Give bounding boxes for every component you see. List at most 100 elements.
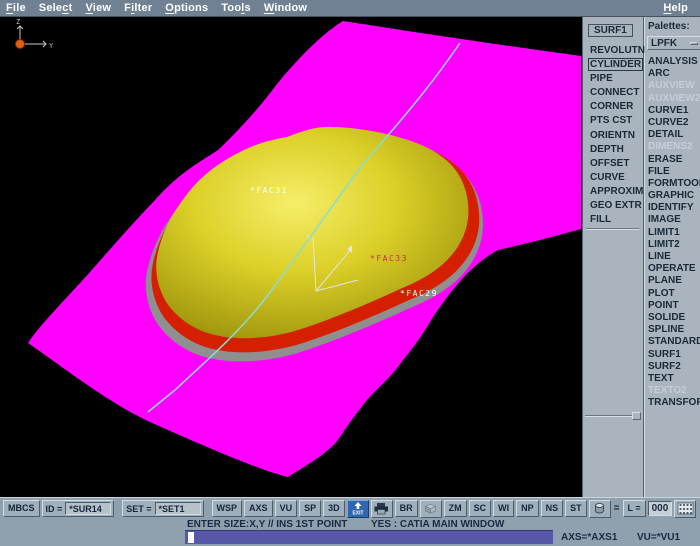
toolbar-button-mbcs[interactable]: MBCS xyxy=(3,500,40,517)
palette-item-solide[interactable]: SOLIDE xyxy=(645,312,700,324)
palette-item-curve1[interactable]: CURVE1 xyxy=(645,105,700,117)
field-value[interactable]: *SET1 xyxy=(155,502,201,515)
toolbar: MBCSID =*SUR14SET =*SET1WSPAXSVUSP3DEXIT… xyxy=(0,497,700,519)
palettes-dropdown[interactable]: LPFK xyxy=(647,36,700,50)
menu-filter[interactable]: Filter xyxy=(124,2,152,14)
origin-z-label: Z xyxy=(16,18,20,26)
text-cursor xyxy=(188,532,194,543)
toolbar-button-vu[interactable]: VU xyxy=(275,500,298,517)
palette-item-plane[interactable]: PLANE xyxy=(645,275,700,287)
surf-item-cylinder[interactable]: CYLINDER xyxy=(583,58,643,72)
palette-item-identify[interactable]: IDENTIFY xyxy=(645,202,700,214)
menu-help[interactable]: Help xyxy=(663,2,688,14)
field-value[interactable]: *SUR14 xyxy=(65,502,111,515)
palette-item-standard[interactable]: STANDARD xyxy=(645,336,700,348)
palette-item-point[interactable]: POINT xyxy=(645,300,700,312)
exit-icon: EXIT xyxy=(350,501,366,516)
palette-item-detail[interactable]: DETAIL xyxy=(645,129,700,141)
dropdown-indicator-icon xyxy=(690,42,698,45)
layer-number-display: 000 xyxy=(648,501,673,516)
toolbar-button-wi[interactable]: WI xyxy=(493,500,514,517)
field-label: SET = xyxy=(123,504,154,514)
pane-sash[interactable] xyxy=(583,412,643,421)
palette-item-curve2[interactable]: CURVE2 xyxy=(645,117,700,129)
palette-item-file[interactable]: FILE xyxy=(645,166,700,178)
toolbar-button-np[interactable]: NP xyxy=(516,500,539,517)
palettes-dropdown-value: LPFK xyxy=(651,38,677,49)
axs-indicator: AXS=*AXS1 xyxy=(561,532,617,543)
toolbar-button-ns[interactable]: NS xyxy=(541,500,564,517)
palette-item-graphic[interactable]: GRAPHIC xyxy=(645,190,700,202)
palette-item-surf1[interactable]: SURF1 xyxy=(645,349,700,361)
cylinder-icon xyxy=(592,502,607,515)
sheet-stack-button[interactable] xyxy=(420,500,442,518)
surf-item-depth[interactable]: DEPTH xyxy=(583,143,643,157)
palette-item-operate[interactable]: OPERATE xyxy=(645,263,700,275)
fac33-label[interactable]: *FAC33 xyxy=(370,254,408,263)
palette-item-text[interactable]: TEXT xyxy=(645,373,700,385)
surf-item-geo-extr[interactable]: GEO EXTR xyxy=(583,199,643,213)
surf-item-connect[interactable]: CONNECT xyxy=(583,86,643,100)
exit-button[interactable]: EXIT xyxy=(347,500,369,518)
surf-item-curve[interactable]: CURVE xyxy=(583,171,643,185)
surf-item-pts-cst[interactable]: PTS CST xyxy=(583,114,643,128)
palette-item-arc[interactable]: ARC xyxy=(645,68,700,80)
palette-item-analysis[interactable]: ANALYSIS xyxy=(645,56,700,68)
surf-panel-items: REVOLUTNCYLINDERPIPECONNECTCORNERPTS CST… xyxy=(583,44,643,227)
surf-item-fill[interactable]: FILL xyxy=(583,213,643,227)
command-input[interactable] xyxy=(185,530,553,544)
palette-item-erase[interactable]: ERASE xyxy=(645,154,700,166)
print-button[interactable] xyxy=(371,500,393,518)
toolbar-button-axs[interactable]: AXS xyxy=(244,500,273,517)
toolbar-button-sp[interactable]: SP xyxy=(299,500,321,517)
menu-window[interactable]: Window xyxy=(264,2,307,14)
surf-item-revolutn[interactable]: REVOLUTN xyxy=(583,44,643,58)
palette-item-formtool[interactable]: FORMTOOL xyxy=(645,178,700,190)
surf-item-pipe[interactable]: PIPE xyxy=(583,72,643,86)
palette-item-auxview2: AUXVIEW2 xyxy=(645,93,700,105)
toolbar-button-l[interactable]: L = xyxy=(623,500,646,517)
layer-button[interactable] xyxy=(589,500,611,518)
keypad-button[interactable] xyxy=(674,500,696,518)
surf-item-approxim[interactable]: APPROXIM xyxy=(583,185,643,199)
fac31-label[interactable]: *FAC31 xyxy=(250,186,288,195)
menu-select[interactable]: Select xyxy=(39,2,73,14)
palette-item-line[interactable]: LINE xyxy=(645,251,700,263)
toolbar-button-br[interactable]: BR xyxy=(395,500,418,517)
palette-item-dimens2: DIMENS2 xyxy=(645,141,700,153)
toolbar-button-zm[interactable]: ZM xyxy=(444,500,467,517)
surf-panel-title: SURF1 xyxy=(588,24,633,37)
window-label: YES : CATIA MAIN WINDOW xyxy=(371,519,504,530)
palette-item-limit2[interactable]: LIMIT2 xyxy=(645,239,700,251)
triad-label: z xyxy=(306,233,310,241)
palette-item-spline[interactable]: SPLINE xyxy=(645,324,700,336)
surf-item-offset[interactable]: OFFSET xyxy=(583,157,643,171)
fac29-label[interactable]: *FAC29 xyxy=(400,289,438,298)
panel-divider xyxy=(586,228,639,230)
viewport-3d[interactable]: z *FAC31 *FAC33 *FAC29 Z Y xyxy=(0,17,582,497)
palette-item-plot[interactable]: PLOT xyxy=(645,288,700,300)
menu-file[interactable]: File xyxy=(6,2,26,14)
status-bar: ENTER SIZE:X,Y // INS 1ST POINT YES : CA… xyxy=(0,519,700,546)
toolbar-button-sc[interactable]: SC xyxy=(469,500,492,517)
palette-item-surf2[interactable]: SURF2 xyxy=(645,361,700,373)
toolbar-button-wsp[interactable]: WSP xyxy=(212,500,243,517)
palettes-panel: Palettes: LPFK ANALYSISARCAUXVIEWAUXVIEW… xyxy=(644,17,700,497)
palette-item-auxview: AUXVIEW xyxy=(645,80,700,92)
menu-tools[interactable]: Tools xyxy=(221,2,251,14)
menu-options[interactable]: Options xyxy=(165,2,208,14)
stack-icon xyxy=(422,502,439,515)
sash-handle-icon[interactable] xyxy=(632,412,641,420)
toolbar-field-set: SET =*SET1 xyxy=(122,500,203,517)
surf-item-orientn[interactable]: ORIENTN xyxy=(583,129,643,143)
palettes-items: ANALYSISARCAUXVIEWAUXVIEW2CURVE1CURVE2DE… xyxy=(645,56,700,409)
equals-label: = xyxy=(613,503,621,514)
menu-view[interactable]: View xyxy=(85,2,111,14)
sidebar: SURF1 REVOLUTNCYLINDERPIPECONNECTCORNERP… xyxy=(582,17,700,497)
palette-item-image[interactable]: IMAGE xyxy=(645,214,700,226)
palette-item-transfor[interactable]: TRANSFOR xyxy=(645,397,700,409)
toolbar-button-3d[interactable]: 3D xyxy=(323,500,345,517)
palette-item-limit1[interactable]: LIMIT1 xyxy=(645,227,700,239)
surf-item-corner[interactable]: CORNER xyxy=(583,100,643,114)
toolbar-button-st[interactable]: ST xyxy=(565,500,587,517)
